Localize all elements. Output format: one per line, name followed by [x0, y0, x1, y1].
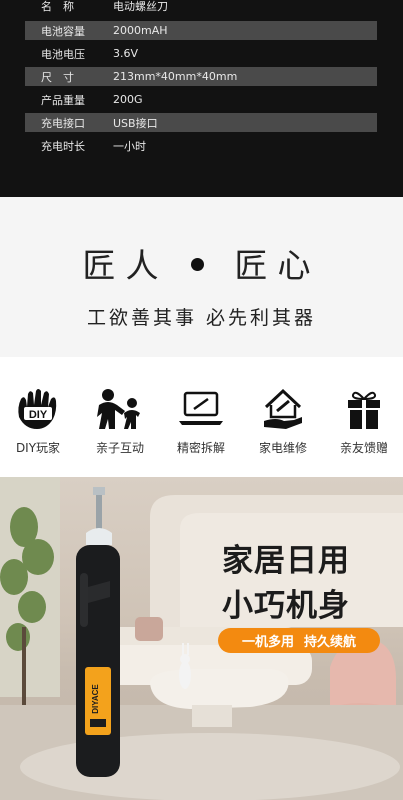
- slogan-section: 匠人 匠心 工欲善其事 必先利其器: [0, 197, 403, 357]
- spec-value: 2000mAH: [113, 24, 168, 37]
- spec-key: 充电接口: [41, 116, 85, 130]
- hero-tag: 一机多用 持久续航: [218, 628, 380, 653]
- feature-label: 精密拆解: [176, 441, 225, 455]
- feature-home-repair: 家电维修: [243, 387, 323, 456]
- svg-text:DIY: DIY: [29, 409, 48, 421]
- spec-value: 一小时: [113, 139, 146, 153]
- spec-row-weight: 产品重量 200G: [25, 90, 377, 109]
- spec-row-voltage: 电池电压 3.6V: [25, 44, 377, 63]
- spec-row-name: 名 称 电动螺丝刀: [25, 0, 377, 15]
- hero-tag-right: 持久续航: [304, 635, 357, 650]
- brand-text: DIYACE: [91, 684, 100, 714]
- spec-value: 电动螺丝刀: [113, 0, 168, 13]
- spec-key: 尺 寸: [41, 70, 74, 84]
- feature-precision: 精密拆解: [161, 387, 241, 456]
- spec-key: 产品重量: [41, 93, 85, 107]
- spec-key: 充电时长: [41, 139, 85, 153]
- diy-hands-icon: DIY: [18, 389, 57, 429]
- spec-value: 200G: [113, 93, 143, 106]
- spec-value: USB接口: [113, 116, 158, 130]
- spec-value: 3.6V: [113, 47, 139, 60]
- spec-key: 电池容量: [41, 24, 85, 38]
- slogan-subtitle: 工欲善其事 必先利其器: [86, 307, 317, 329]
- spec-row-port: 充电接口 USB接口: [25, 113, 377, 132]
- screwdriver-product: DIYACE: [76, 487, 120, 777]
- slogan-right: 匠心: [234, 246, 321, 285]
- hero-tag-left: 一机多用: [241, 635, 294, 650]
- spec-row-capacity: 电池容量 2000mAH: [25, 21, 377, 40]
- parent-child-icon: [97, 389, 140, 429]
- hero-title-line1: 家居日用: [222, 543, 350, 579]
- feature-diy: DIY DIY玩家: [0, 387, 78, 456]
- gift-box-icon: [348, 391, 380, 429]
- home-repair-icon: [264, 388, 302, 429]
- spec-key: 名 称: [41, 0, 74, 13]
- feature-parent-child: 亲子互动: [80, 387, 160, 456]
- feature-label: 亲子互动: [95, 441, 144, 455]
- feature-gift: 亲友馈赠: [324, 387, 403, 456]
- hero-banner: DIYACE 家居日用 小巧机身 一机多用 持久续航: [0, 477, 403, 800]
- feature-label: DIY玩家: [15, 441, 61, 455]
- hero-title-line2: 小巧机身: [222, 588, 350, 624]
- feature-icons: DIY DIY玩家 亲子互动 精密拆解 家电维修 亲友馈赠: [0, 357, 403, 477]
- laptop-repair-icon: [179, 391, 223, 425]
- slogan-title: 匠人 匠心: [0, 239, 403, 287]
- slogan-left: 匠人: [82, 246, 169, 285]
- feature-label: 家电维修: [258, 441, 307, 455]
- spec-row-size: 尺 寸 213mm*40mm*40mm: [25, 67, 377, 86]
- feature-label: 亲友馈赠: [339, 441, 388, 455]
- dot-separator: [191, 257, 204, 271]
- spec-row-charge-time: 充电时长 一小时: [25, 136, 377, 155]
- spec-key: 电池电压: [41, 47, 85, 61]
- spec-value: 213mm*40mm*40mm: [113, 70, 238, 83]
- spec-table: 名 称 电动螺丝刀 电池容量 2000mAH 电池电压 3.6V 尺 寸 213…: [0, 0, 403, 197]
